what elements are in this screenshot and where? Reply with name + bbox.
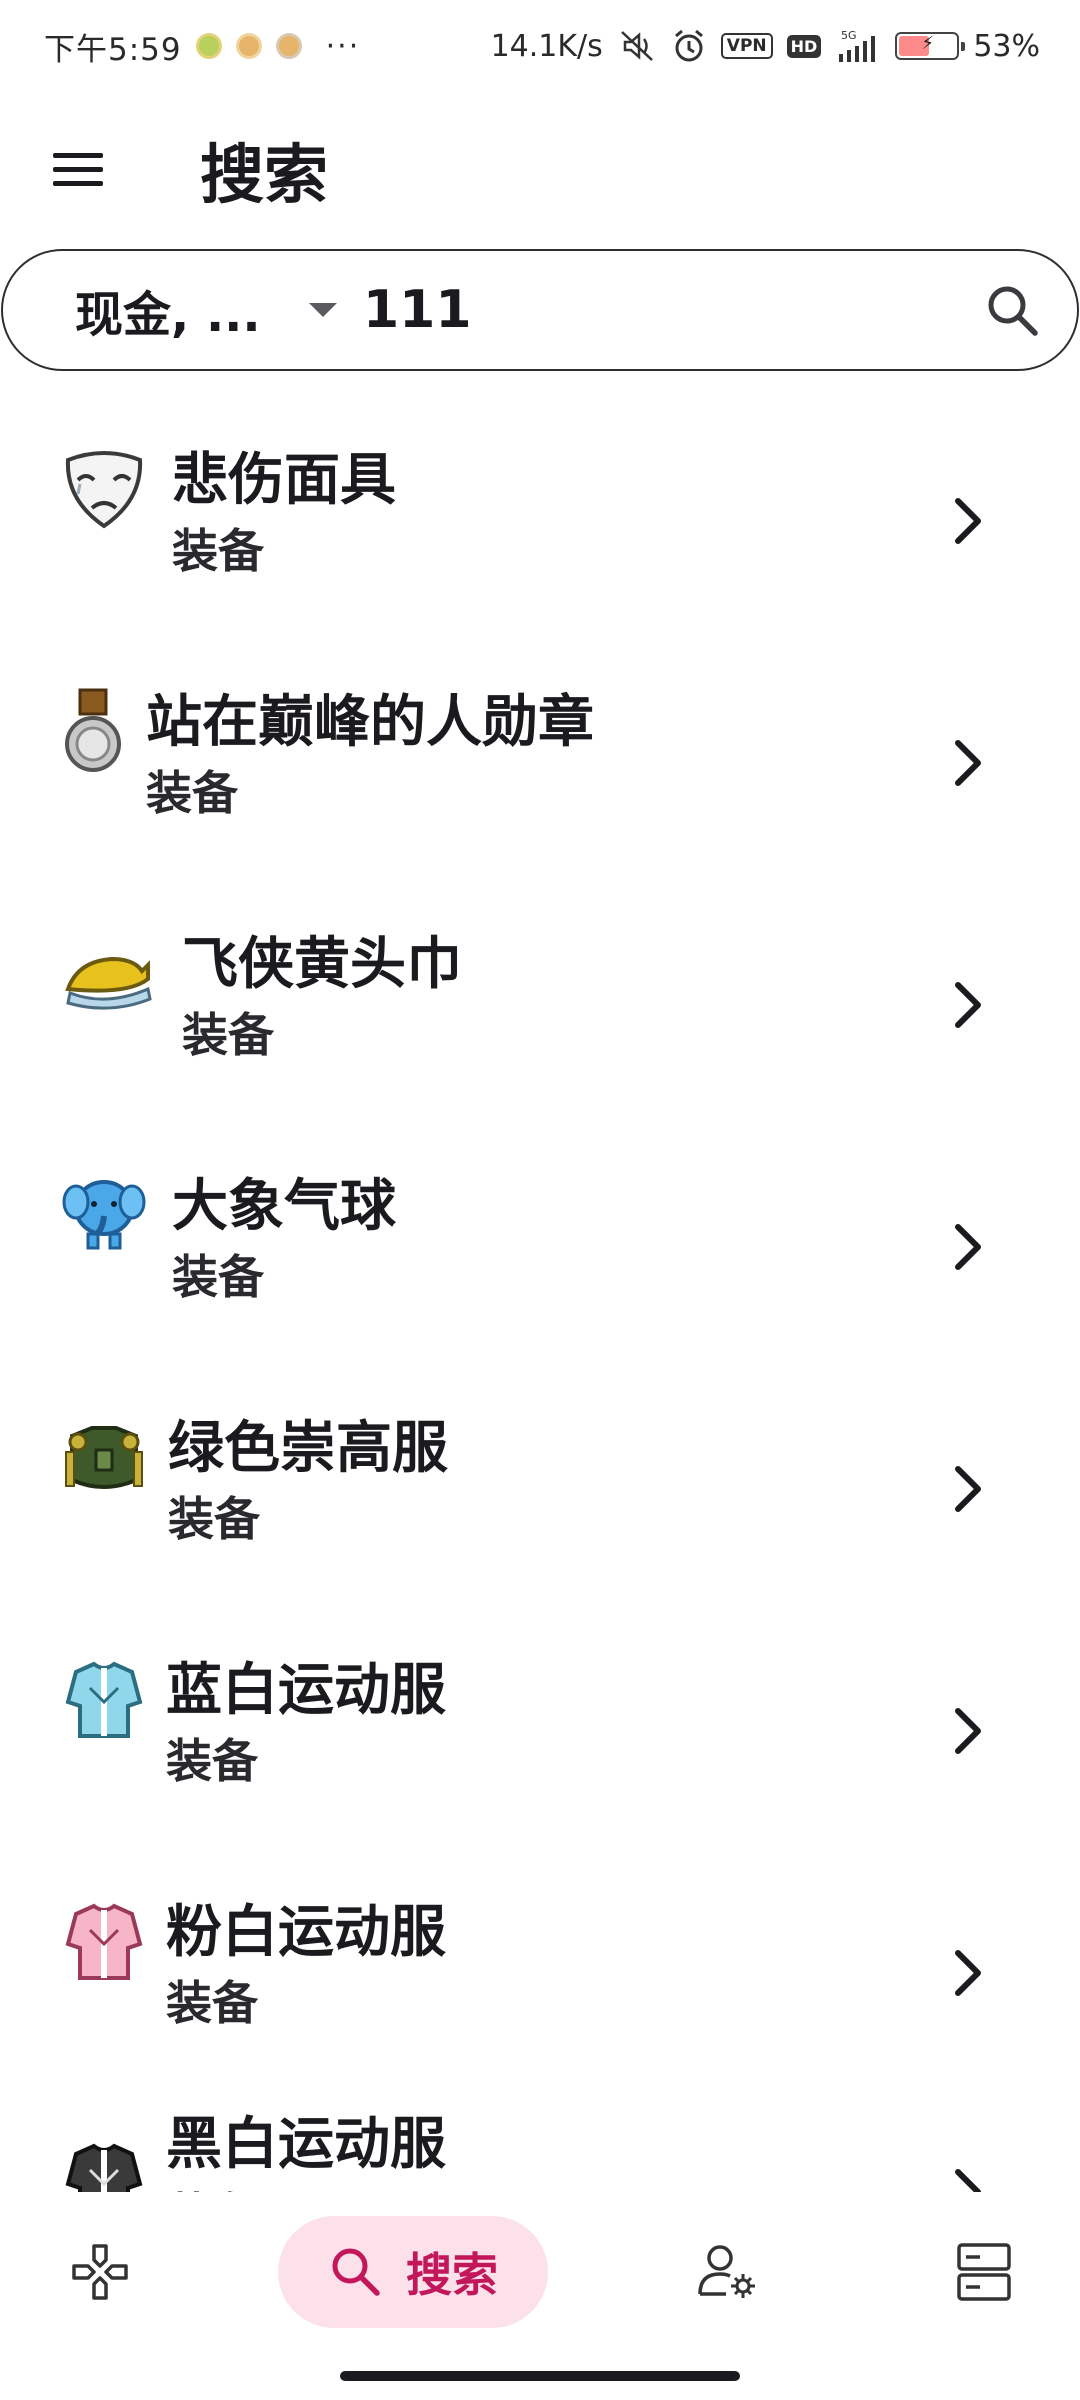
- list-item-text: 黑白运动服 装备: [166, 2110, 446, 2192]
- status-right: 14.1K/s VPN HD 5G ⚡ 53%: [491, 28, 1040, 64]
- status-bar: 下午5:59 ··· 14.1K/s VPN HD 5G ⚡ 53%: [0, 0, 1080, 92]
- battery-percent: 53%: [973, 28, 1040, 64]
- chevron-right-icon: [955, 1950, 981, 1996]
- item-name: 粉白运动服: [166, 1900, 446, 1965]
- vpn-icon: VPN: [720, 33, 773, 59]
- silver-medal-icon: [65, 688, 121, 772]
- nav-item-account-settings[interactable]: [680, 2216, 776, 2328]
- item-type: 装备: [168, 1492, 260, 1546]
- app-notification-icon: [275, 33, 302, 59]
- list-item[interactable]: 粉白运动服 装备: [0, 1852, 1080, 2094]
- item-name: 飞侠黄头巾: [182, 932, 462, 997]
- alarm-icon: [674, 29, 703, 62]
- chevron-right-icon: [955, 2169, 981, 2192]
- page-title: 搜索: [200, 139, 328, 213]
- chevron-right-icon: [955, 1224, 981, 1270]
- search-results-list: 悲伤面具 装备 站在巅峰的人勋章 装备 飞侠黄头巾 装备 大象气球 装备 绿色崇…: [0, 400, 1080, 2192]
- network-type-label: 5G: [841, 29, 857, 42]
- item-type: 装备: [166, 1734, 258, 1788]
- list-item-text: 大象气球 装备: [172, 1172, 396, 1306]
- nav-item-servers[interactable]: [936, 2216, 1032, 2328]
- nav-item-search[interactable]: 搜索: [278, 2216, 548, 2328]
- item-type: 装备: [172, 1250, 264, 1304]
- item-name: 黑白运动服: [166, 2112, 446, 2177]
- yellow-bandana-icon: [65, 956, 152, 1010]
- list-item[interactable]: 飞侠黄头巾 装备: [0, 884, 1080, 1126]
- list-item[interactable]: 黑白运动服 装备: [0, 2094, 1080, 2192]
- list-item[interactable]: 悲伤面具 装备: [0, 400, 1080, 642]
- search-input[interactable]: [363, 260, 923, 360]
- search-icon: [332, 2248, 380, 2296]
- search-icon: [988, 286, 1038, 336]
- menu-icon: [53, 153, 103, 186]
- list-item[interactable]: 绿色崇高服 装备: [0, 1368, 1080, 1610]
- list-item-text: 绿色崇高服 装备: [168, 1414, 448, 1548]
- list-item[interactable]: 站在巅峰的人勋章 装备: [0, 642, 1080, 884]
- category-filter-label: 现金, ...: [75, 287, 261, 343]
- signal-icon: 5G: [839, 29, 876, 62]
- green-armor-icon: [65, 1426, 143, 1489]
- item-type: 装备: [172, 524, 264, 578]
- hd-icon: HD: [786, 34, 822, 58]
- more-notifications-icon: ···: [325, 28, 361, 64]
- search-button[interactable]: [983, 281, 1043, 341]
- chevron-right-icon: [955, 498, 981, 544]
- list-item-text: 站在巅峰的人勋章 装备: [146, 688, 594, 822]
- black-tracksuit-icon: [65, 2143, 143, 2192]
- app-root: 下午5:59 ··· 14.1K/s VPN HD 5G ⚡ 53% 搜索 现金…: [0, 0, 1080, 2400]
- list-item[interactable]: 大象气球 装备: [0, 1126, 1080, 1368]
- status-time: 下午5:59: [44, 31, 182, 68]
- battery-icon: ⚡: [895, 32, 966, 60]
- pink-tracksuit-icon: [65, 1903, 143, 1980]
- caret-down-icon: [308, 303, 337, 317]
- top-app-bar: 搜索: [0, 100, 1080, 240]
- category-filter-dropdown[interactable]: 现金, ...: [3, 251, 343, 369]
- chevron-right-icon: [955, 740, 981, 786]
- server-icon: [957, 2243, 1011, 2301]
- status-left: 下午5:59 ···: [44, 24, 360, 69]
- app-notification-icon: [195, 33, 222, 59]
- item-name: 绿色崇高服: [168, 1416, 448, 1481]
- item-name: 大象气球: [172, 1174, 396, 1239]
- search-bar: 现金, ...: [1, 249, 1079, 371]
- menu-button[interactable]: [38, 130, 118, 210]
- item-type: 装备: [182, 1008, 274, 1062]
- item-type: 装备: [146, 766, 238, 820]
- user-settings-icon: [698, 2245, 755, 2298]
- nav-search-label: 搜索: [406, 2248, 498, 2302]
- home-indicator[interactable]: [340, 2371, 740, 2381]
- item-type: 装备: [166, 1976, 258, 2030]
- chevron-right-icon: [955, 1708, 981, 1754]
- list-item-text: 悲伤面具 装备: [172, 446, 396, 580]
- nav-item-games[interactable]: [52, 2216, 148, 2328]
- charging-icon: ⚡: [921, 33, 934, 54]
- chevron-right-icon: [955, 982, 981, 1028]
- network-speed: 14.1K/s: [490, 28, 603, 64]
- list-item-text: 飞侠黄头巾 装备: [182, 930, 462, 1064]
- item-name: 站在巅峰的人勋章: [146, 690, 594, 755]
- bottom-navigation-bar: 搜索: [0, 2192, 1080, 2352]
- list-item-text: 粉白运动服 装备: [166, 1898, 446, 2032]
- gamepad-icon: [72, 2244, 128, 2300]
- list-item-text: 蓝白运动服 装备: [166, 1656, 446, 1790]
- sad-mask-icon: [65, 451, 143, 529]
- list-item[interactable]: 蓝白运动服 装备: [0, 1610, 1080, 1852]
- mute-icon: [620, 31, 653, 61]
- blue-tracksuit-icon: [65, 1661, 143, 1738]
- item-name: 悲伤面具: [172, 448, 396, 513]
- item-name: 蓝白运动服: [166, 1658, 446, 1723]
- elephant-balloon-icon: [62, 1180, 146, 1250]
- app-notification-icon: [235, 33, 262, 59]
- chevron-right-icon: [955, 1466, 981, 1512]
